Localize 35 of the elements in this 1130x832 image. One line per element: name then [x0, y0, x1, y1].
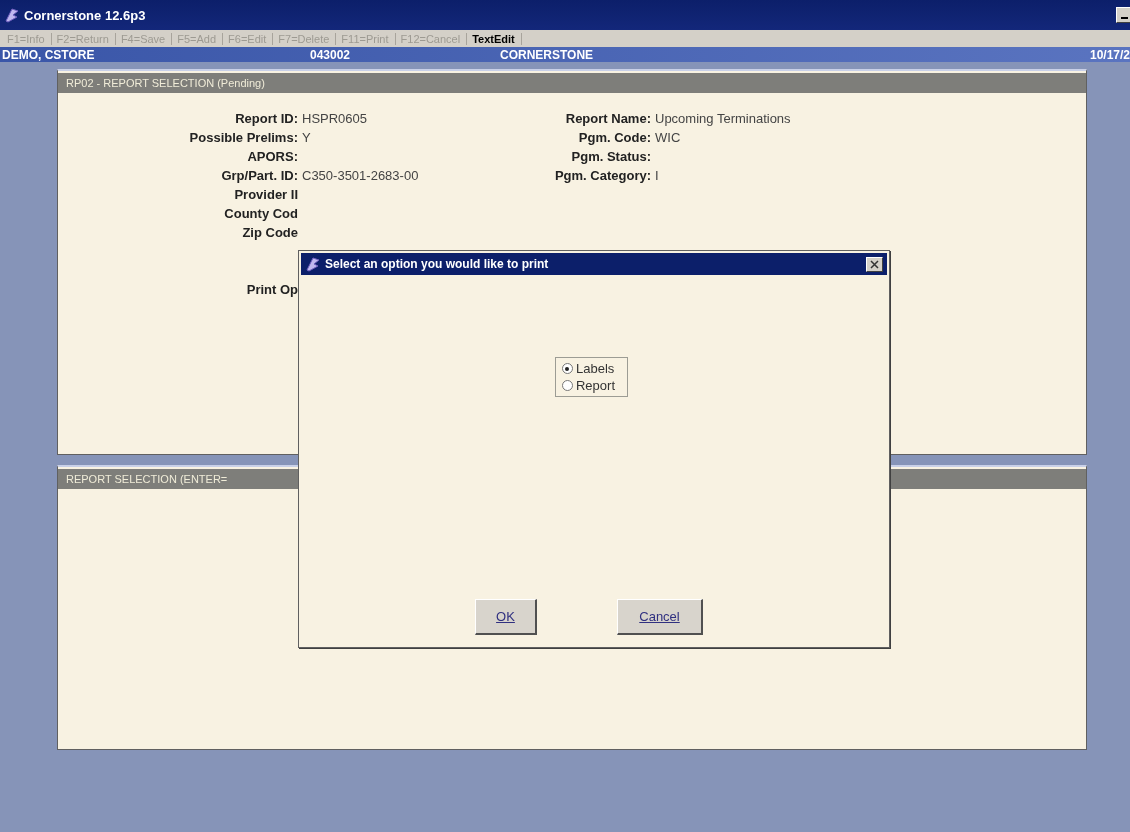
field-label: Possible Prelims:: [188, 130, 298, 145]
field-label: Provider II: [233, 187, 298, 202]
field-label: Report ID:: [234, 111, 298, 126]
date-text: 10/17/2: [1089, 47, 1130, 62]
radio-option[interactable]: Labels: [562, 361, 615, 376]
field-value: C350-3501-2683-00: [301, 168, 420, 183]
field-label: Pgm. Code:: [577, 130, 651, 145]
field-label: Pgm. Status:: [570, 149, 651, 164]
toolbar-button[interactable]: TextEdit: [467, 32, 522, 45]
field-value: Upcoming Terminations: [654, 111, 792, 126]
system-name: CORNERSTONE: [500, 47, 595, 62]
field-label: APORS:: [246, 149, 298, 164]
field-value: Y: [301, 130, 312, 145]
user-name: DEMO, CSTORE: [2, 47, 96, 62]
app-icon: [305, 256, 321, 272]
cancel-button[interactable]: Cancel: [617, 599, 703, 635]
field-value: HSPR0605: [301, 111, 369, 126]
close-icon: [870, 259, 879, 269]
field-label: Zip Code: [241, 225, 298, 240]
ok-button[interactable]: OK: [475, 599, 537, 635]
field-label: County Cod: [223, 206, 298, 221]
clinic-code: 043002: [310, 47, 352, 62]
app-icon: [4, 7, 20, 23]
field-label: Pgm. Category:: [553, 168, 651, 183]
minimize-button[interactable]: [1116, 7, 1130, 23]
field-label: Grp/Part. ID:: [220, 168, 298, 183]
radio-option[interactable]: Report: [562, 378, 615, 393]
panel-title: RP02 - REPORT SELECTION (Pending): [58, 73, 1086, 93]
dialog-title: Select an option you would like to print: [325, 257, 549, 271]
close-button[interactable]: [866, 256, 883, 272]
field-label: Report Name:: [564, 111, 651, 126]
field-label: Print Op: [245, 282, 298, 297]
field-value: WIC: [654, 130, 682, 145]
window-title: Cornerstone 12.6p3: [24, 7, 146, 23]
field-value: I: [654, 168, 660, 183]
